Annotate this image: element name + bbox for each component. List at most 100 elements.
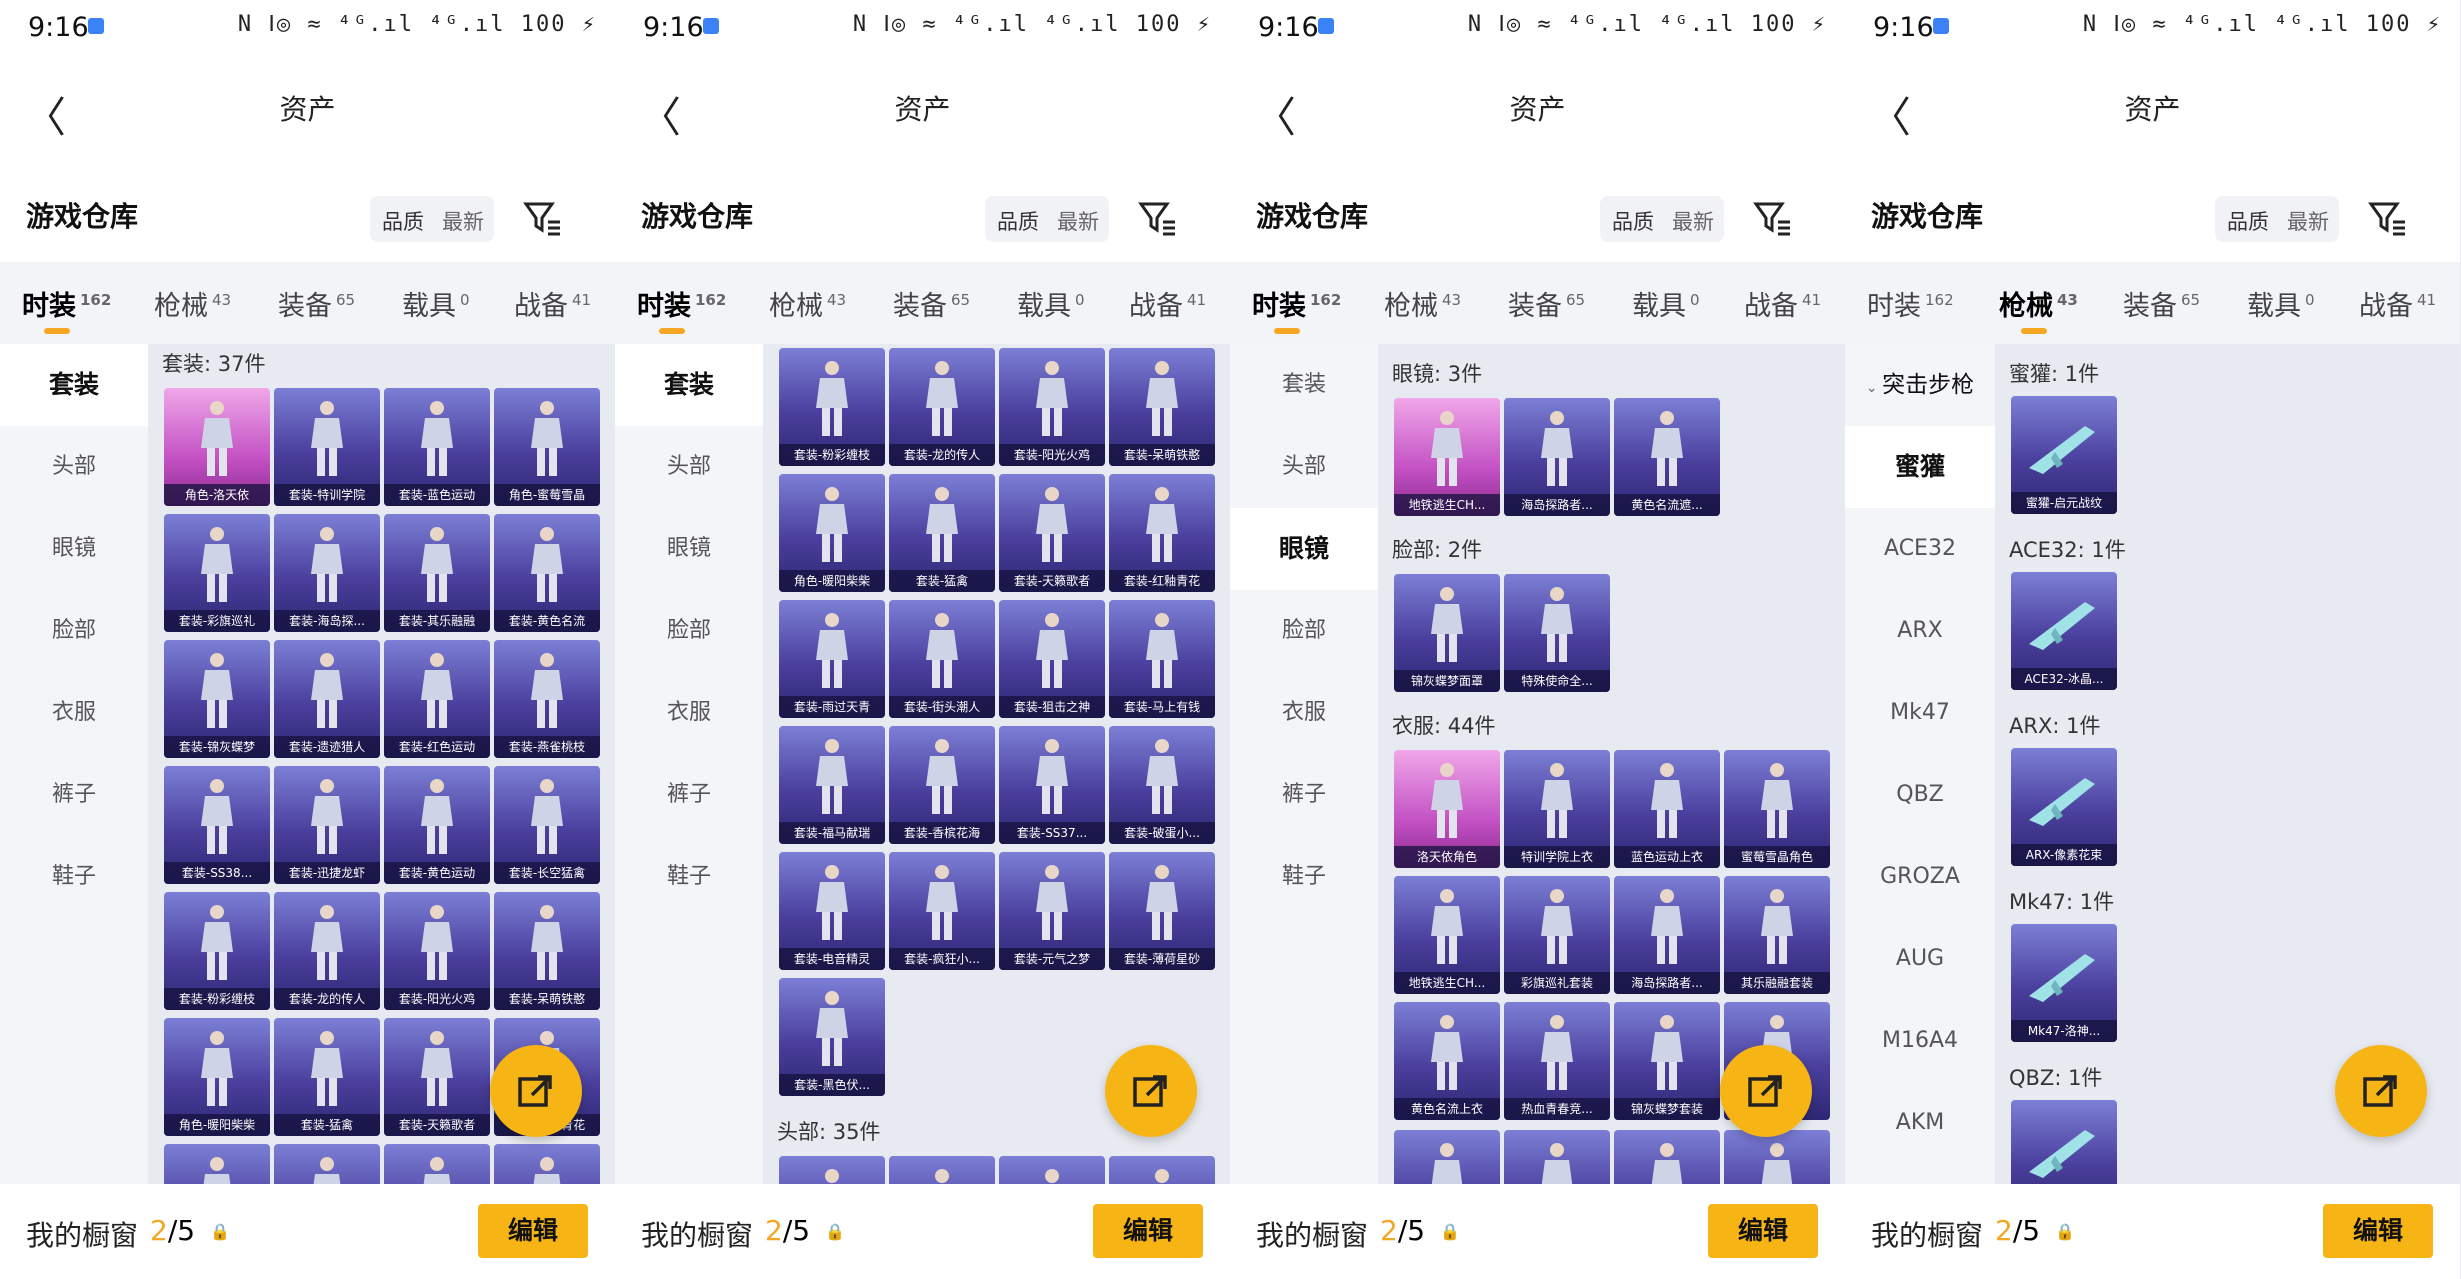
sidebar-item-arx[interactable]: ARX (1845, 590, 1995, 672)
sidebar-item-shoes[interactable]: 鞋子 (615, 836, 763, 918)
edit-button[interactable]: 编辑 (1708, 1204, 1818, 1258)
filter-icon[interactable] (1752, 198, 1792, 238)
item-card[interactable]: 套装-天籁歌者 (999, 474, 1105, 592)
edit-button[interactable]: 编辑 (2323, 1204, 2433, 1258)
item-card[interactable]: 套装-黄色名流 (494, 514, 600, 632)
item-card[interactable]: 套装-天籁歌者 (384, 1018, 490, 1136)
item-card[interactable] (1614, 1130, 1720, 1184)
filter-icon[interactable] (522, 198, 562, 238)
item-card[interactable]: 套装-阳光火鸡 (999, 348, 1105, 466)
tab-equipment[interactable]: 装备 65 (2123, 284, 2200, 323)
item-card[interactable]: 套装-其乐融融 (384, 514, 490, 632)
sort-toggle[interactable]: 品质 最新 (985, 196, 1109, 242)
item-card[interactable]: 角色-洛天依 (164, 388, 270, 506)
item-card[interactable] (779, 1156, 885, 1184)
item-card[interactable] (494, 1144, 600, 1184)
item-card[interactable]: 特训学院上衣 (1504, 750, 1610, 868)
item-card[interactable]: 套装-SS38... (164, 766, 270, 884)
tab-guns[interactable]: 枪械 43 (154, 284, 231, 323)
item-card[interactable]: 套装-海岛探... (274, 514, 380, 632)
sidebar-item-clothes[interactable]: 衣服 (1230, 672, 1378, 754)
tab-fashion[interactable]: 时装 162 (22, 284, 111, 334)
item-card[interactable]: 套装-疯狂小... (889, 852, 995, 970)
sidebar-group-assault-rifle[interactable]: ⌄ 突击步枪 (1845, 344, 1995, 426)
item-card[interactable]: 套装-猛禽 (889, 474, 995, 592)
item-card[interactable]: 角色-蜜莓雪晶 (494, 388, 600, 506)
sidebar-item-groza[interactable]: GROZA (1845, 836, 1995, 918)
sort-newest[interactable]: 最新 (1057, 206, 1099, 236)
sort-newest[interactable]: 最新 (1672, 206, 1714, 236)
item-card[interactable]: 套装-马上有钱 (1109, 600, 1215, 718)
share-button[interactable] (1720, 1045, 1812, 1137)
item-card[interactable]: 套装-阳光火鸡 (384, 892, 490, 1010)
item-card[interactable]: 套装-彩旗巡礼 (164, 514, 270, 632)
gun-card[interactable]: Mk47-洛神... (2011, 924, 2117, 1042)
item-card[interactable] (1504, 1130, 1610, 1184)
sidebar-item-head[interactable]: 头部 (1230, 426, 1378, 508)
sort-quality[interactable]: 品质 (997, 206, 1039, 236)
sidebar-item-head[interactable]: 头部 (0, 426, 148, 508)
sidebar-item-face[interactable]: 脸部 (1230, 590, 1378, 672)
sort-quality[interactable]: 品质 (382, 206, 424, 236)
item-card[interactable]: 套装-SS37... (999, 726, 1105, 844)
sidebar-item-shoes[interactable]: 鞋子 (1230, 836, 1378, 918)
item-card[interactable]: 黄色名流上衣 (1394, 1002, 1500, 1120)
sidebar-item-pants[interactable]: 裤子 (1230, 754, 1378, 836)
sidebar-item-outfit[interactable]: 套装 (615, 344, 763, 426)
sidebar-item-honey-badger[interactable]: 蜜獾 (1845, 426, 1995, 508)
item-card[interactable]: 套装-电音精灵 (779, 852, 885, 970)
item-card[interactable]: 套装-龙的传人 (889, 348, 995, 466)
item-card[interactable]: 其乐融融套装 (1724, 876, 1830, 994)
item-card[interactable]: 套装-遗迹猎人 (274, 640, 380, 758)
sidebar-item-shoes[interactable]: 鞋子 (0, 836, 148, 918)
sidebar-item-glasses[interactable]: 眼镜 (615, 508, 763, 590)
item-card[interactable]: 特殊使命全... (1504, 574, 1610, 692)
gun-card[interactable] (2011, 1100, 2117, 1184)
filter-icon[interactable] (2367, 198, 2407, 238)
edit-button[interactable]: 编辑 (478, 1204, 588, 1258)
item-card[interactable]: 套装-红釉青花 (1109, 474, 1215, 592)
item-card[interactable] (384, 1144, 490, 1184)
sidebar-item-face[interactable]: 脸部 (615, 590, 763, 672)
sort-newest[interactable]: 最新 (2287, 206, 2329, 236)
sidebar-item-clothes[interactable]: 衣服 (0, 672, 148, 754)
item-card[interactable]: 地铁逃生CH... (1394, 398, 1500, 516)
item-card[interactable] (274, 1144, 380, 1184)
item-card[interactable] (1394, 1130, 1500, 1184)
tab-supplies[interactable]: 战备 41 (1744, 284, 1821, 323)
sidebar-item-akm[interactable]: AKM (1845, 1082, 1995, 1164)
item-card[interactable]: 套装-福马献瑞 (779, 726, 885, 844)
share-button[interactable] (2335, 1045, 2427, 1137)
item-card[interactable]: 套装-特训学院 (274, 388, 380, 506)
tab-fashion[interactable]: 时装 162 (1867, 284, 1954, 323)
tab-vehicles[interactable]: 载具 0 (402, 284, 470, 323)
item-card[interactable]: 蓝色运动上衣 (1614, 750, 1720, 868)
item-card[interactable]: 套装-狙击之神 (999, 600, 1105, 718)
item-card[interactable]: 套装-猛禽 (274, 1018, 380, 1136)
item-card[interactable]: 蜜莓雪晶角色 (1724, 750, 1830, 868)
item-card[interactable] (999, 1156, 1105, 1184)
tab-fashion[interactable]: 时装 162 (1252, 284, 1341, 334)
tab-guns[interactable]: 枪械 43 (1384, 284, 1461, 323)
item-card[interactable] (1109, 1156, 1215, 1184)
item-card[interactable]: 角色-暖阳柴柴 (779, 474, 885, 592)
item-card[interactable]: 彩旗巡礼套装 (1504, 876, 1610, 994)
sidebar-item-ace32[interactable]: ACE32 (1845, 508, 1995, 590)
item-card[interactable]: 套装-迅捷龙虾 (274, 766, 380, 884)
share-button[interactable] (1105, 1045, 1197, 1137)
tab-vehicles[interactable]: 载具 0 (1632, 284, 1700, 323)
tab-equipment[interactable]: 装备 65 (893, 284, 970, 323)
item-card[interactable]: 洛天依角色 (1394, 750, 1500, 868)
item-card[interactable]: 套装-蓝色运动 (384, 388, 490, 506)
item-card[interactable] (164, 1144, 270, 1184)
sidebar-item-clothes[interactable]: 衣服 (615, 672, 763, 754)
sort-toggle[interactable]: 品质 最新 (1600, 196, 1724, 242)
share-button[interactable] (490, 1045, 582, 1137)
item-card[interactable]: 热血青春竞... (1504, 1002, 1610, 1120)
item-card[interactable]: 套装-黄色运动 (384, 766, 490, 884)
item-card[interactable]: 套装-燕雀桃枝 (494, 640, 600, 758)
item-card[interactable]: 套装-呆萌铁憨 (494, 892, 600, 1010)
tab-supplies[interactable]: 战备 41 (514, 284, 591, 323)
sort-quality[interactable]: 品质 (1612, 206, 1654, 236)
item-card[interactable] (889, 1156, 995, 1184)
